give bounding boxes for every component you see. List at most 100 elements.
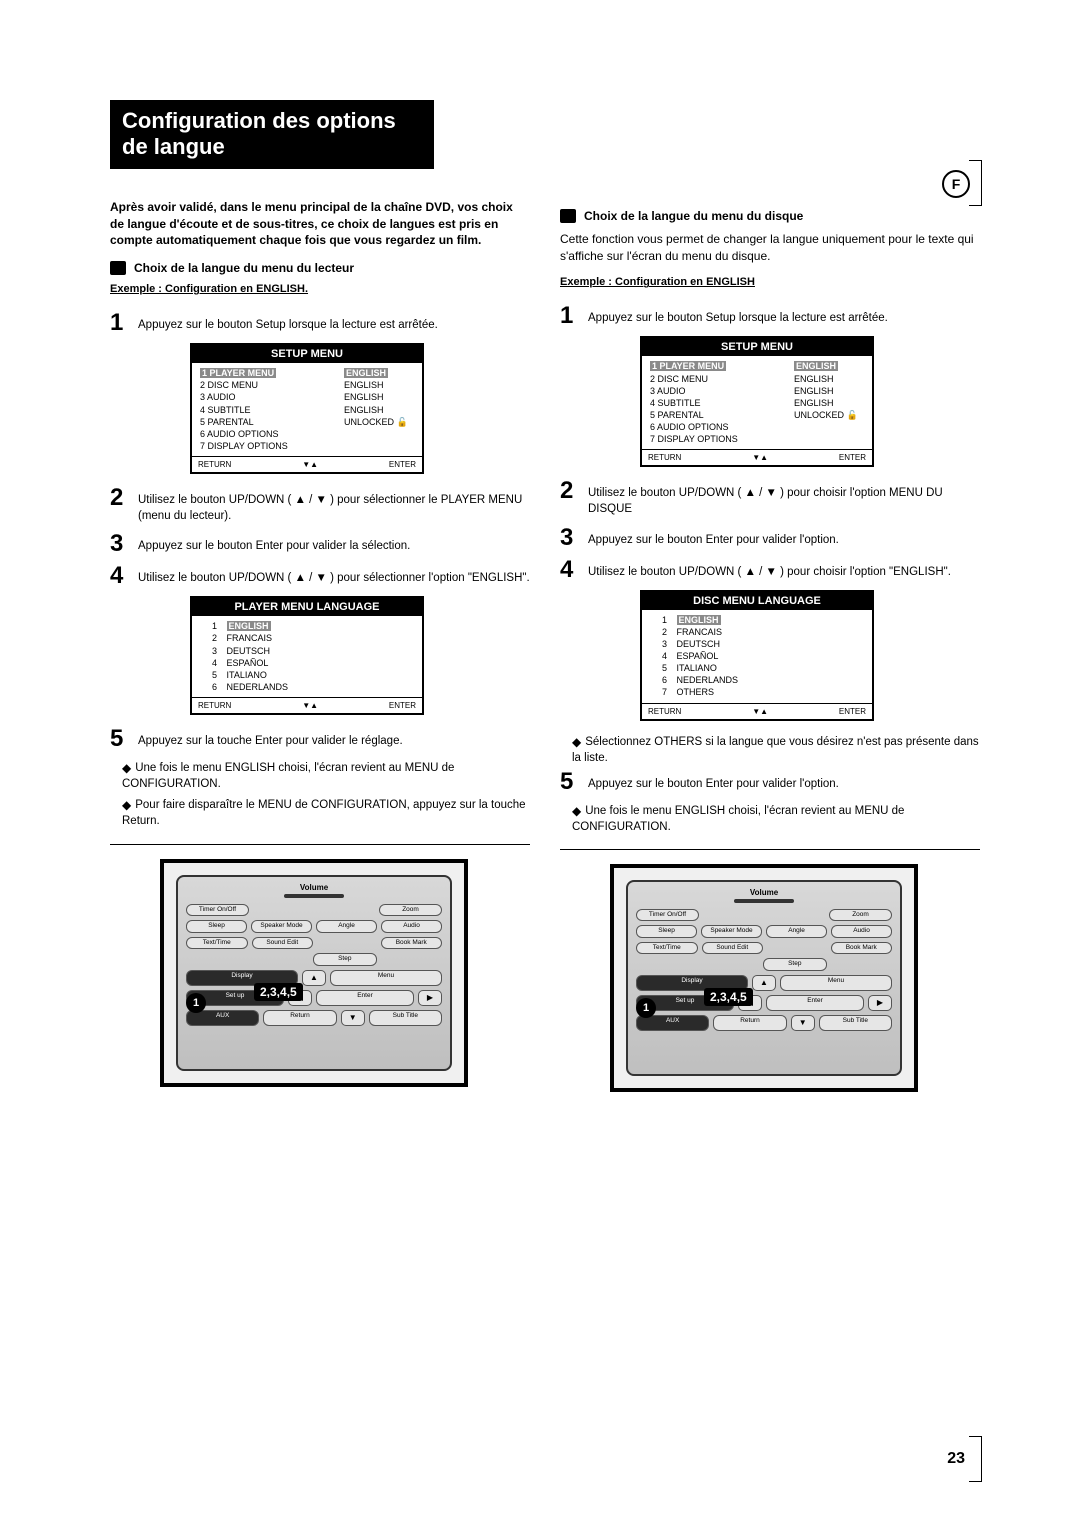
remote-btn[interactable]: Sound Edit	[702, 942, 764, 955]
remote-btn[interactable]: Speaker Mode	[251, 920, 312, 933]
intro-text: Cette fonction vous permet de changer la…	[560, 231, 980, 265]
remote-btn-menu[interactable]: Menu	[780, 975, 892, 991]
remote-btn[interactable]: Angle	[316, 920, 377, 933]
diamond-icon: ◆	[122, 797, 131, 814]
osd-row: 2 FRANCAIS	[212, 632, 414, 644]
section-heading-label: Choix de la langue du menu du lecteur	[134, 261, 354, 275]
remote-up-icon[interactable]: ▲	[302, 970, 326, 986]
osd-row: 6 NEDERLANDS	[662, 674, 864, 686]
remote-btn-zoom[interactable]: Zoom	[829, 909, 892, 922]
step-text: Appuyez sur le bouton Enter pour valider…	[588, 526, 839, 548]
remote-down-icon[interactable]: ▼	[341, 1010, 365, 1026]
step-4: 4 Utilisez le bouton UP/DOWN ( ▲ / ▼ ) p…	[110, 564, 530, 588]
example-label: Exemple : Configuration en ENGLISH.	[110, 283, 530, 295]
remote-btn[interactable]: Audio	[381, 920, 442, 933]
osd-title: SETUP MENU	[192, 345, 422, 363]
corner-mark-icon	[969, 160, 982, 206]
osd-return-label: RETURN	[648, 453, 681, 462]
osd-row: 1 ENGLISH	[662, 614, 864, 626]
remote-btn-step[interactable]: Step	[763, 958, 827, 971]
remote-btn[interactable]: Speaker Mode	[701, 925, 762, 938]
updown-icon: ▼▲	[302, 460, 318, 469]
step-text: Appuyez sur le bouton Enter pour valider…	[138, 532, 410, 554]
remote-btn-menu[interactable]: Menu	[330, 970, 442, 986]
step-number: 1	[560, 304, 588, 328]
osd-row: 5 ITALIANO	[662, 662, 864, 674]
remote-btn-return[interactable]: Return	[263, 1010, 336, 1026]
osd-row: 7 DISPLAY OPTIONS	[200, 440, 414, 452]
osd-row: 1 PLAYER MENUENGLISH	[650, 360, 864, 372]
remote-btn[interactable]: Sleep	[186, 920, 247, 933]
bullet-icon	[560, 209, 576, 223]
note: ◆Une fois le menu ENGLISH choisi, l'écra…	[116, 759, 530, 792]
osd-row: 6 AUDIO OPTIONS	[200, 428, 414, 440]
lang-menu-osd: PLAYER MENU LANGUAGE 1 ENGLISH2 FRANCAIS…	[190, 596, 424, 715]
note: ◆Une fois le menu ENGLISH choisi, l'écra…	[566, 802, 980, 835]
remote-btn-step[interactable]: Step	[313, 953, 377, 966]
osd-row: 1 ENGLISH	[212, 620, 414, 632]
remote-down-icon[interactable]: ▼	[791, 1015, 815, 1031]
step-4: 4 Utilisez le bouton UP/DOWN ( ▲ / ▼ ) p…	[560, 558, 980, 582]
updown-icon: ▼▲	[752, 707, 768, 716]
section-heading-label: Choix de la langue du menu du disque	[584, 209, 803, 223]
osd-row: 2 FRANCAIS	[662, 626, 864, 638]
step-text: Appuyez sur le bouton Setup lorsque la l…	[588, 304, 888, 326]
remote-btn-subtitle[interactable]: Sub Title	[369, 1010, 442, 1026]
lang-badge-icon: F	[942, 170, 970, 198]
diamond-icon: ◆	[572, 803, 581, 820]
remote-btn-subtitle[interactable]: Sub Title	[819, 1015, 892, 1031]
osd-row: 2 DISC MENUENGLISH	[200, 379, 414, 391]
step-3: 3 Appuyez sur le bouton Enter pour valid…	[110, 532, 530, 556]
remote-btn-timer[interactable]: Timer On/Off	[636, 909, 699, 922]
osd-enter-label: ENTER	[389, 701, 416, 710]
osd-row: 7 OTHERS	[662, 686, 864, 698]
step-text: Utilisez le bouton UP/DOWN ( ▲ / ▼ ) pou…	[138, 564, 530, 586]
remote-btn-enter[interactable]: Enter	[766, 995, 864, 1011]
remote-btn-zoom[interactable]: Zoom	[379, 904, 442, 917]
lang-menu-osd: DISC MENU LANGUAGE 1 ENGLISH2 FRANCAIS3 …	[640, 590, 874, 721]
remote-btn[interactable]: Book Mark	[381, 937, 443, 950]
osd-return-label: RETURN	[198, 701, 231, 710]
step-5: 5 Appuyez sur le bouton Enter pour valid…	[560, 770, 980, 794]
step-number: 5	[560, 770, 588, 794]
step-number: 4	[110, 564, 138, 588]
remote-right-icon[interactable]: ▶	[418, 990, 442, 1006]
step-text: Utilisez le bouton UP/DOWN ( ▲ / ▼ ) pou…	[138, 486, 530, 524]
right-column: Choix de la langue du menu du disque Cet…	[560, 199, 980, 1092]
callout-1: 1	[186, 993, 206, 1013]
remote-btn-enter[interactable]: Enter	[316, 990, 414, 1006]
remote-btn[interactable]: Text/Time	[636, 942, 698, 955]
remote-illustration: Volume Timer On/Off Zoom Sleep Speaker M…	[610, 864, 918, 1092]
remote-up-icon[interactable]: ▲	[752, 975, 776, 991]
step-text: Appuyez sur le bouton Enter pour valider…	[588, 770, 839, 792]
note: ◆Sélectionnez OTHERS si la langue que vo…	[566, 733, 980, 766]
remote-btn[interactable]: Sleep	[636, 925, 697, 938]
remote-btn-return[interactable]: Return	[713, 1015, 786, 1031]
osd-title: DISC MENU LANGUAGE	[642, 592, 872, 610]
diamond-icon: ◆	[572, 734, 581, 751]
step-3: 3 Appuyez sur le bouton Enter pour valid…	[560, 526, 980, 550]
step-number: 1	[110, 311, 138, 335]
remote-right-icon[interactable]: ▶	[868, 995, 892, 1011]
step-1: 1 Appuyez sur le bouton Setup lorsque la…	[110, 311, 530, 335]
osd-row: 6 AUDIO OPTIONS	[650, 421, 864, 433]
osd-title: SETUP MENU	[642, 338, 872, 356]
step-number: 4	[560, 558, 588, 582]
setup-menu-osd: SETUP MENU 1 PLAYER MENUENGLISH2 DISC ME…	[190, 343, 424, 474]
page-number: 23	[947, 1450, 965, 1468]
remote-btn-timer[interactable]: Timer On/Off	[186, 904, 249, 917]
step-number: 2	[110, 486, 138, 510]
osd-row: 1 PLAYER MENUENGLISH	[200, 367, 414, 379]
remote-btn[interactable]: Book Mark	[831, 942, 893, 955]
remote-btn[interactable]: Angle	[766, 925, 827, 938]
divider	[560, 849, 980, 850]
osd-row: 4 SUBTITLEENGLISH	[200, 404, 414, 416]
remote-btn[interactable]: Sound Edit	[252, 937, 314, 950]
remote-volume-label: Volume	[186, 883, 442, 892]
note: ◆Pour faire disparaître le MENU de CONFI…	[116, 796, 530, 829]
remote-btn[interactable]: Text/Time	[186, 937, 248, 950]
remote-btn[interactable]: Audio	[831, 925, 892, 938]
step-number: 2	[560, 479, 588, 503]
osd-enter-label: ENTER	[839, 453, 866, 462]
osd-row: 5 PARENTALUNLOCKED 🔓	[200, 416, 414, 428]
